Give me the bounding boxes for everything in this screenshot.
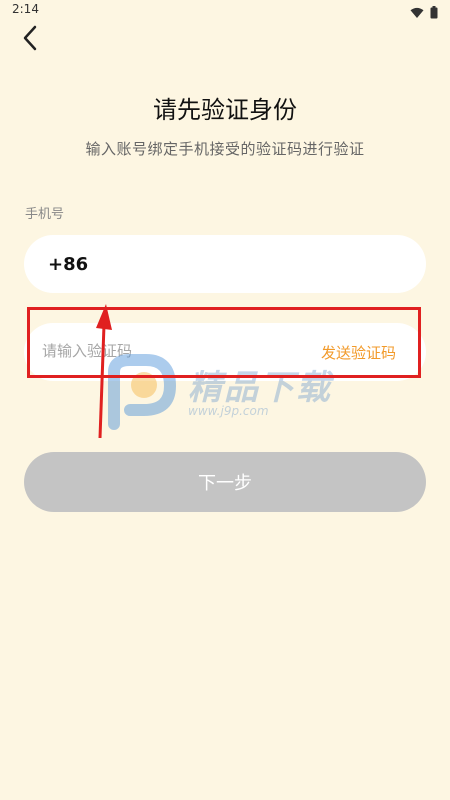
page-title: 请先验证身份	[153, 96, 297, 124]
status-bar: 2:14	[0, 0, 450, 22]
page-subtitle: 输入账号绑定手机接受的验证码进行验证	[85, 140, 365, 158]
status-time: 2:14	[12, 2, 39, 16]
next-step-label: 下一步	[198, 473, 252, 494]
status-icons	[410, 4, 438, 23]
back-arrow-icon	[22, 25, 38, 55]
phone-field[interactable]: +86	[24, 235, 426, 293]
next-step-button[interactable]: 下一步	[24, 452, 426, 512]
phone-label: 手机号	[25, 207, 65, 222]
country-code[interactable]: +86	[48, 254, 88, 275]
wifi-icon	[410, 4, 424, 23]
annotation-highlight-box	[27, 307, 421, 378]
back-button[interactable]	[16, 25, 44, 55]
watermark-url: www.j9p.com	[188, 404, 269, 418]
battery-icon	[430, 4, 438, 23]
